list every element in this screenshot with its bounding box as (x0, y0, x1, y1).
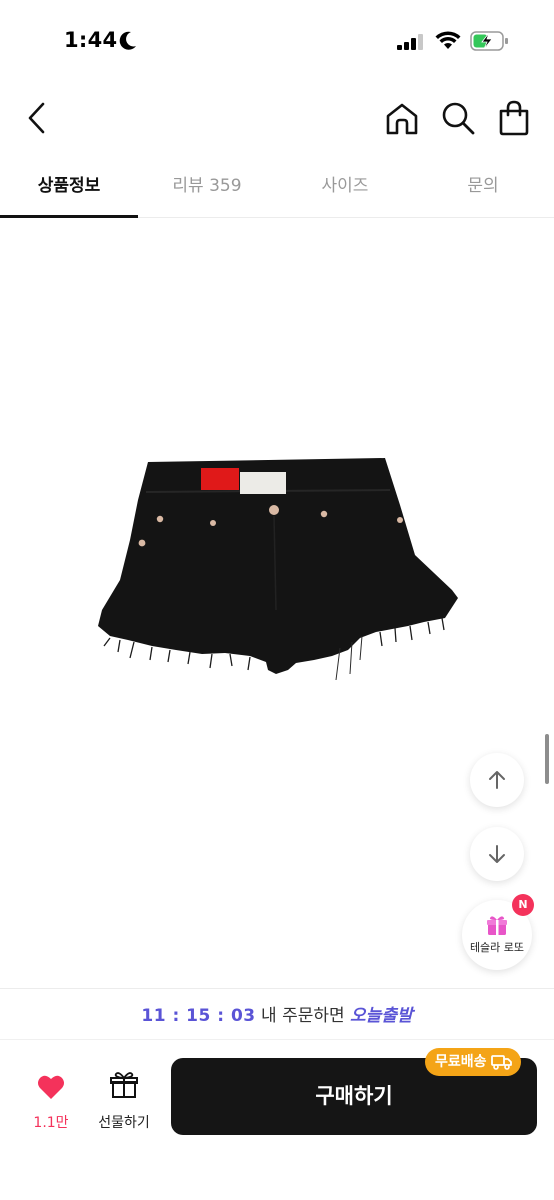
like-button[interactable]: 1.1만 (22, 1070, 80, 1136)
product-tabs: 상품정보 리뷰 359 사이즈 문의 (0, 160, 554, 218)
search-button[interactable] (438, 98, 478, 138)
tab-inquiry[interactable]: 문의 (414, 160, 552, 218)
wifi-icon (435, 31, 461, 49)
moon-icon (119, 31, 136, 50)
status-time: 1:44 (64, 28, 118, 52)
gift-box-icon (110, 1072, 138, 1098)
battery-charging-icon (470, 31, 508, 51)
scroll-to-bottom-button[interactable] (470, 827, 524, 881)
like-count: 1.1만 (33, 1115, 69, 1131)
heart-icon (38, 1075, 64, 1099)
back-button[interactable] (18, 98, 54, 138)
truck-icon (490, 1055, 512, 1070)
gift-button[interactable]: 선물하기 (90, 1070, 158, 1136)
shopping-bag-button[interactable] (494, 98, 534, 138)
arrow-down-icon (489, 845, 505, 863)
tesla-lotto-label: 테슬라 로또 (469, 941, 525, 954)
arrow-up-icon (489, 771, 505, 789)
active-tab-indicator (0, 215, 138, 218)
signal-icon (397, 34, 423, 50)
today-shipping-label: 오늘출발 (350, 1006, 413, 1026)
gift-label: 선물하기 (98, 1115, 150, 1131)
free-shipping-label: 무료배송 (435, 1054, 487, 1070)
tab-product-info[interactable]: 상품정보 (0, 160, 138, 218)
new-badge: N (512, 894, 534, 916)
tab-size[interactable]: 사이즈 (276, 160, 414, 218)
scroll-to-top-button[interactable] (470, 753, 524, 807)
home-icon (386, 103, 418, 135)
countdown-timer: 11 : 15 : 03 (141, 1006, 256, 1026)
search-icon (442, 102, 475, 135)
delivery-text: 내 주문하면 (255, 1006, 351, 1026)
home-button[interactable] (382, 98, 422, 138)
free-shipping-badge: 무료배송 (425, 1048, 521, 1076)
scrollbar-thumb[interactable] (545, 734, 549, 784)
top-nav-bar (0, 92, 554, 144)
product-image (98, 458, 458, 681)
status-bar: 1:44 (0, 0, 554, 84)
chevron-left-icon (28, 102, 45, 134)
tab-reviews[interactable]: 리뷰 359 (138, 160, 276, 218)
gift-icon (487, 916, 507, 935)
delivery-countdown-bar: 11 : 15 : 03 내 주문하면 오늘출발 (0, 988, 554, 1040)
shopping-bag-icon (499, 100, 529, 136)
